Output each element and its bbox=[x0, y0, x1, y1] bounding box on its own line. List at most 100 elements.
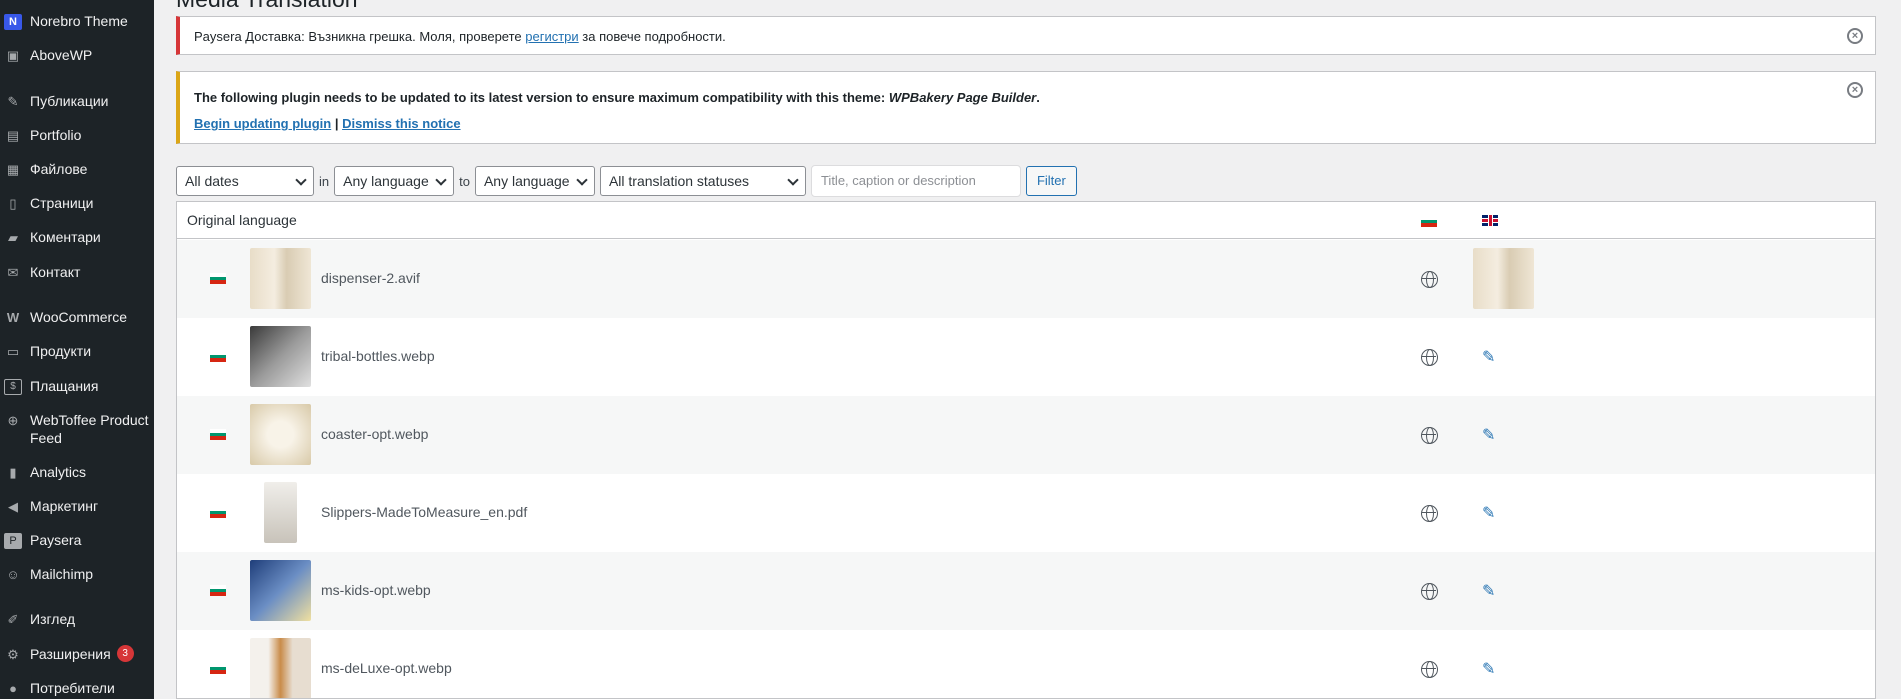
chevron-down-icon bbox=[576, 174, 588, 186]
bulgarian-flag-icon bbox=[1421, 216, 1437, 227]
menu-label: Плащания bbox=[30, 378, 99, 394]
media-thumbnail bbox=[250, 326, 311, 387]
megaphone-icon: ◀ bbox=[8, 499, 18, 514]
table-row: ms-deLuxe-opt.webp ✎ bbox=[177, 630, 1875, 698]
media-thumbnail bbox=[250, 404, 311, 465]
menu-label: Portfolio bbox=[30, 127, 82, 143]
mail-icon: ✉ bbox=[7, 265, 19, 280]
plugins-icon: ⚙ bbox=[7, 647, 19, 662]
globe-icon[interactable] bbox=[1421, 505, 1438, 522]
notice-actions: Begin updating plugin | Dismiss this not… bbox=[194, 116, 461, 131]
pencil-icon[interactable]: ✎ bbox=[1482, 347, 1495, 367]
file-name: Slippers-MadeToMeasure_en.pdf bbox=[321, 504, 528, 520]
close-icon[interactable]: × bbox=[1847, 28, 1863, 44]
media-thumbnail bbox=[250, 560, 311, 621]
paysera-error-notice: Paysera Доставка: Възникна грешка. Моля,… bbox=[176, 16, 1876, 55]
notice-text-after: за повече подробности. bbox=[578, 29, 726, 44]
search-input[interactable]: Title, caption or description bbox=[810, 165, 1021, 197]
table-row: tribal-bottles.webp ✎ bbox=[177, 318, 1875, 396]
translation-status-select[interactable]: All translation statuses bbox=[599, 166, 806, 196]
pin-icon: ✎ bbox=[7, 94, 19, 109]
table-row: Slippers-MadeToMeasure_en.pdf ✎ bbox=[177, 474, 1875, 552]
bulgarian-flag-icon bbox=[210, 585, 226, 596]
menu-label: AboveWP bbox=[30, 47, 93, 63]
globe-icon[interactable] bbox=[1421, 271, 1438, 288]
pencil-icon[interactable]: ✎ bbox=[1482, 425, 1495, 445]
globe-icon[interactable] bbox=[1421, 583, 1438, 600]
menu-label: Страници bbox=[30, 195, 94, 211]
pages-icon: ▯ bbox=[9, 196, 17, 211]
notice-period: . bbox=[1036, 90, 1040, 105]
paysera-icon: P bbox=[4, 533, 22, 549]
media-translation-table: Original language dispenser-2.avif triba… bbox=[176, 201, 1876, 699]
in-label: in bbox=[319, 173, 330, 189]
file-name: ms-deLuxe-opt.webp bbox=[321, 660, 452, 676]
media-icon: ▦ bbox=[6, 162, 20, 177]
select-value: Any language bbox=[343, 173, 429, 189]
portfolio-icon: ▤ bbox=[6, 128, 20, 143]
pencil-icon[interactable]: ✎ bbox=[1482, 659, 1495, 679]
from-language-select[interactable]: Any language bbox=[334, 166, 455, 196]
chevron-down-icon bbox=[435, 174, 447, 186]
bulgarian-flag-icon bbox=[210, 273, 226, 284]
table-row: dispenser-2.avif bbox=[177, 240, 1875, 318]
globe-icon[interactable] bbox=[1421, 427, 1438, 444]
begin-updating-link[interactable]: Begin updating plugin bbox=[194, 116, 331, 131]
globe-icon[interactable] bbox=[1421, 661, 1438, 678]
menu-label: Разширения bbox=[30, 646, 111, 662]
pencil-icon[interactable]: ✎ bbox=[1482, 581, 1495, 601]
menu-label: Файлове bbox=[30, 161, 88, 177]
cart-icon: ⊕ bbox=[7, 413, 19, 428]
pencil-icon[interactable]: ✎ bbox=[1482, 503, 1495, 523]
original-language-header: Original language bbox=[187, 212, 297, 228]
users-icon: ● bbox=[9, 681, 17, 696]
dismiss-notice-link[interactable]: Dismiss this notice bbox=[342, 116, 460, 131]
menu-label: Контакт bbox=[30, 264, 81, 280]
abovewp-icon: ▣ bbox=[6, 48, 20, 63]
notice-text-before: Paysera Доставка: Възникна грешка. Моля,… bbox=[194, 29, 526, 44]
payments-icon: $ bbox=[4, 379, 22, 395]
bulgarian-flag-icon bbox=[210, 351, 226, 362]
media-thumbnail bbox=[264, 482, 297, 543]
brush-icon: ✐ bbox=[7, 612, 19, 627]
filter-button[interactable]: Filter bbox=[1025, 166, 1077, 196]
menu-label: Продукти bbox=[30, 343, 92, 359]
media-thumbnail bbox=[250, 248, 311, 309]
menu-label: Потребители bbox=[30, 680, 115, 696]
select-value: Any language bbox=[483, 173, 570, 189]
menu-label: Коментари bbox=[30, 229, 101, 245]
logs-link[interactable]: регистри bbox=[525, 29, 578, 44]
analytics-icon: ▮ bbox=[9, 465, 17, 480]
menu-label: WebToffee Product Feed bbox=[30, 412, 149, 446]
notice-message: The following plugin needs to be updated… bbox=[194, 90, 889, 105]
close-icon[interactable]: × bbox=[1847, 82, 1863, 98]
menu-label: Mailchimp bbox=[30, 566, 94, 582]
translation-thumbnail[interactable] bbox=[1473, 248, 1534, 309]
uk-flag-icon bbox=[1482, 215, 1498, 226]
products-icon: ▭ bbox=[6, 344, 20, 359]
menu-label: Изглед bbox=[30, 611, 76, 627]
mailchimp-icon: ☺ bbox=[6, 567, 20, 582]
admin-sidebar: N Norebro Theme ▣ AboveWP ✎ Публикации ▤ Por… bbox=[0, 0, 154, 699]
table-header: Original language bbox=[177, 202, 1875, 239]
bulgarian-flag-icon bbox=[210, 429, 226, 440]
to-language-select[interactable]: Any language bbox=[474, 166, 595, 196]
menu-label: Paysera bbox=[30, 532, 82, 548]
to-label: to bbox=[459, 173, 470, 189]
filter-bar: All dates in Any language to Any languag… bbox=[176, 165, 1077, 197]
bulgarian-flag-icon bbox=[210, 507, 226, 518]
woocommerce-icon: W bbox=[6, 310, 20, 325]
menu-label: WooCommerce bbox=[30, 309, 127, 325]
chevron-down-icon bbox=[295, 174, 307, 186]
menu-label: Norebro Theme bbox=[30, 13, 128, 29]
dates-select[interactable]: All dates bbox=[176, 166, 314, 196]
notice-text: Paysera Доставка: Възникна грешка. Моля,… bbox=[194, 29, 726, 44]
bulgarian-flag-icon bbox=[210, 663, 226, 674]
file-name: coaster-opt.webp bbox=[321, 426, 429, 442]
select-value: All translation statuses bbox=[608, 173, 750, 189]
table-row: ms-kids-opt.webp ✎ bbox=[177, 552, 1875, 630]
file-name: ms-kids-opt.webp bbox=[321, 582, 431, 598]
update-count-badge: 3 bbox=[116, 645, 134, 662]
globe-icon[interactable] bbox=[1421, 349, 1438, 366]
plugin-update-notice: The following plugin needs to be updated… bbox=[176, 71, 1876, 144]
